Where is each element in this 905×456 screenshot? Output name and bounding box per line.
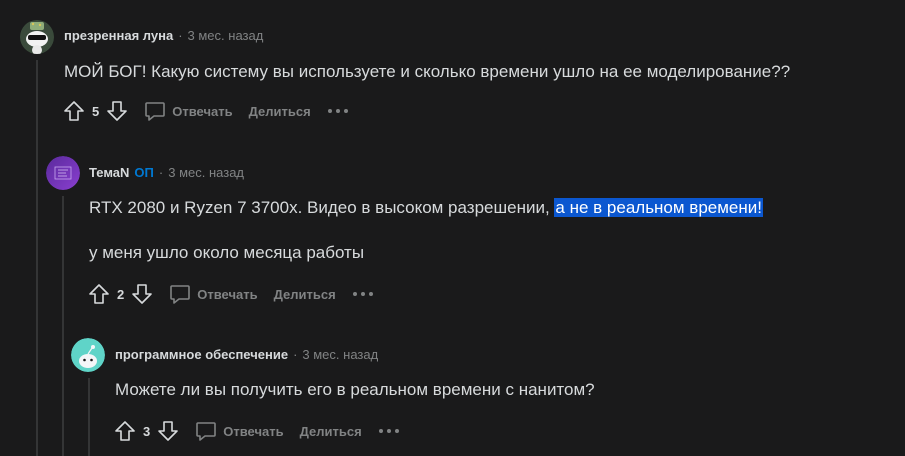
avatar[interactable]: [71, 338, 105, 372]
upvote-icon[interactable]: [62, 99, 86, 123]
comment-body-paragraph: у меня ушло около месяца работы: [89, 243, 364, 263]
downvote-icon[interactable]: [156, 419, 180, 443]
op-badge: ОП: [134, 165, 154, 180]
reply-label: Отвечать: [223, 423, 284, 439]
more-options-icon[interactable]: [352, 291, 374, 297]
reply-button[interactable]: Отвечать: [168, 282, 258, 306]
comment-text: МОЙ БОГ! Какую систему вы используете и …: [64, 62, 791, 81]
thread-line: [62, 196, 64, 456]
comment-timestamp[interactable]: 3 мес. назад: [302, 347, 378, 362]
comment-author[interactable]: программное обеспечение: [115, 347, 288, 362]
avatar[interactable]: [20, 20, 54, 54]
comment-bubble-icon: [196, 422, 217, 441]
thread-line: [88, 378, 90, 456]
comment-actions: 5 Отвечать Делиться: [62, 97, 349, 125]
comment-actions: 3 Отвечать Делиться: [113, 417, 400, 445]
reply-button[interactable]: Отвечать: [143, 99, 233, 123]
comment-timestamp[interactable]: 3 мес. назад: [168, 165, 244, 180]
snoo-avatar-icon: [71, 338, 105, 372]
thread-line: [36, 60, 38, 456]
reply-label: Отвечать: [197, 286, 258, 302]
comment-body: Можете ли вы получить его в реальном вре…: [115, 380, 595, 400]
more-options-icon[interactable]: [378, 428, 400, 434]
reply-button[interactable]: Отвечать: [194, 419, 284, 443]
vote-score: 5: [92, 103, 100, 119]
comment-body: RTX 2080 и Ryzen 7 3700x. Видео в высоко…: [89, 198, 763, 218]
meta-separator: ·: [178, 28, 183, 43]
vote-score: 3: [143, 423, 151, 439]
more-options-icon[interactable]: [327, 108, 349, 114]
share-button[interactable]: Делиться: [249, 104, 311, 119]
comment-timestamp[interactable]: 3 мес. назад: [188, 28, 264, 43]
share-button[interactable]: Делиться: [274, 287, 336, 302]
downvote-icon[interactable]: [130, 282, 154, 306]
comment-text: у меня ушло около месяца работы: [89, 243, 365, 262]
vote-score: 2: [117, 286, 125, 302]
comment-actions: 2 Отвечать Делиться: [87, 280, 374, 308]
selected-text: а не в реальном времени!: [554, 198, 763, 217]
meta-separator: ·: [293, 347, 298, 362]
share-button[interactable]: Делиться: [300, 424, 362, 439]
comment-text: Можете ли вы получить его в реальном вре…: [115, 380, 595, 399]
comment-text: RTX 2080 и Ryzen 7 3700x. Видео в высоко…: [89, 198, 555, 217]
upvote-icon[interactable]: [87, 282, 111, 306]
comment-author[interactable]: ТемаN: [89, 165, 129, 180]
snoo-avatar-icon: [20, 20, 54, 54]
comment-body: МОЙ БОГ! Какую систему вы используете и …: [64, 62, 790, 82]
comment-author[interactable]: презренная луна: [64, 28, 173, 43]
downvote-icon[interactable]: [105, 99, 129, 123]
upvote-icon[interactable]: [113, 419, 137, 443]
reply-label: Отвечать: [172, 103, 233, 119]
user-avatar-icon: [46, 156, 80, 190]
meta-separator: ·: [158, 165, 164, 180]
comment-bubble-icon: [145, 102, 166, 121]
comment-bubble-icon: [170, 285, 191, 304]
avatar[interactable]: [46, 156, 80, 190]
